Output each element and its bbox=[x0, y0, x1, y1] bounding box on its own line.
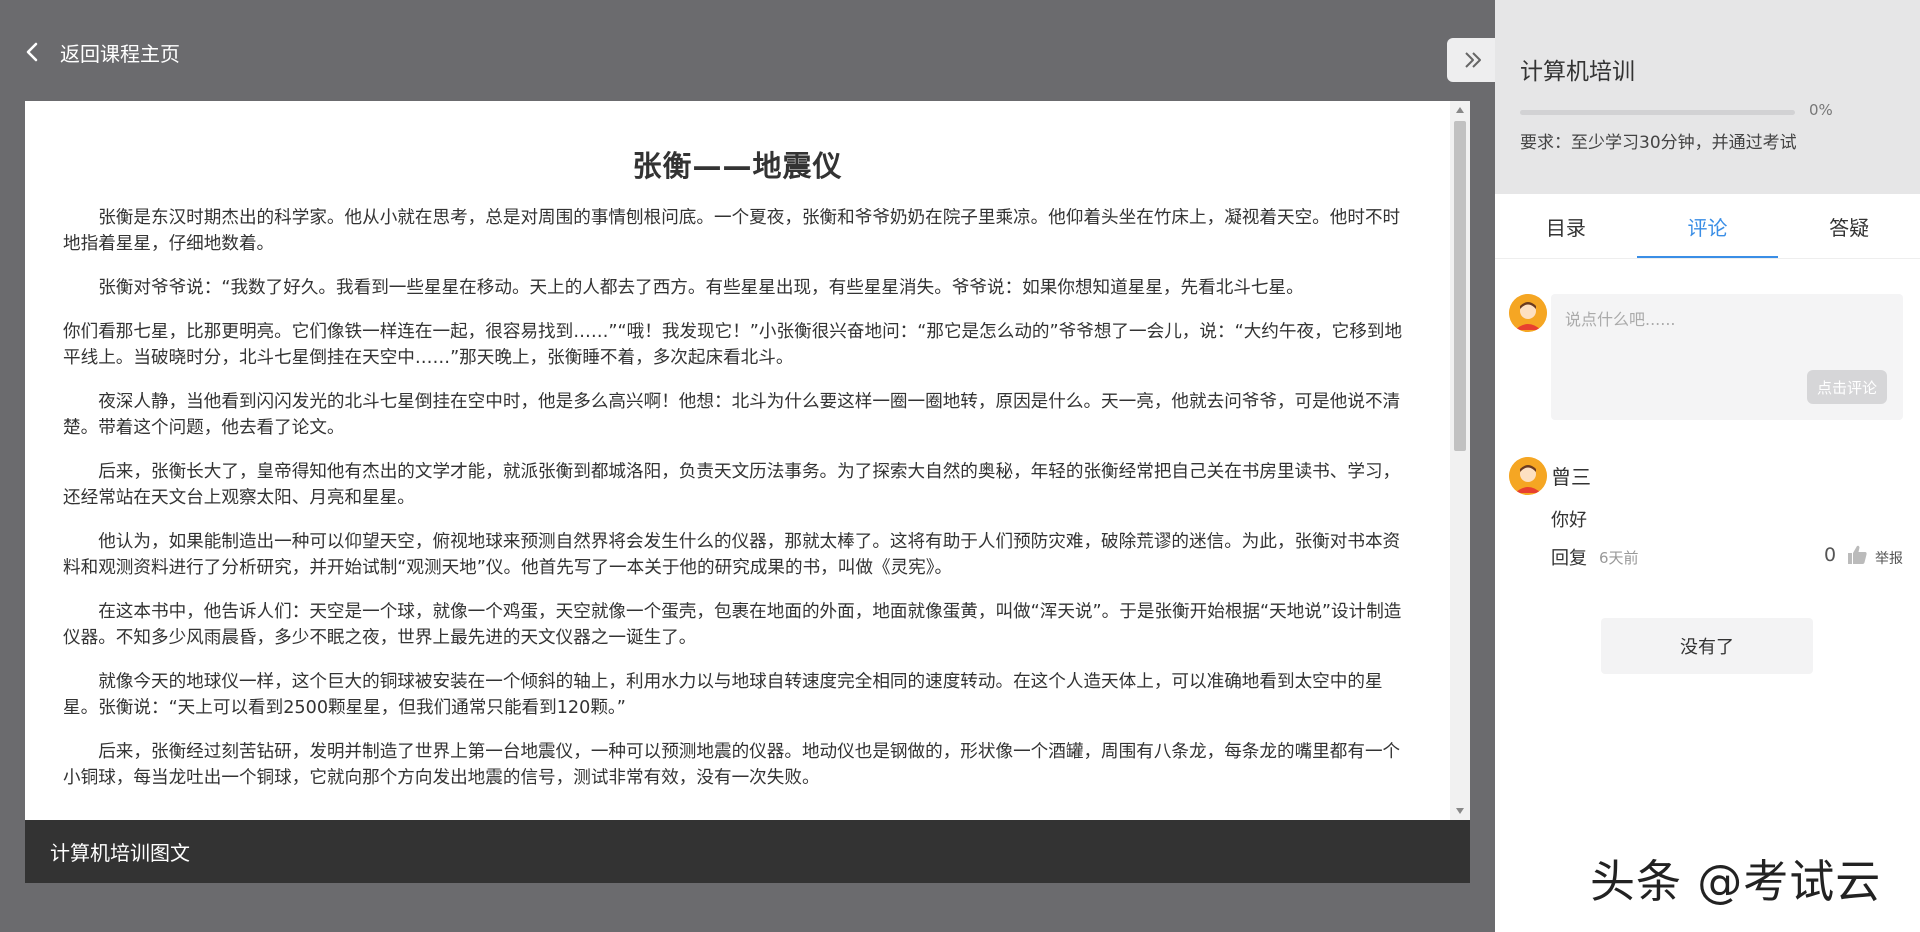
document-footer-title: 计算机培训图文 bbox=[50, 841, 190, 865]
watermark: 头条 @考试云 bbox=[1590, 855, 1882, 908]
comment-time: 6天前 bbox=[1599, 549, 1639, 567]
document-paragraph: 夜深人静，当他看到闪闪发光的北斗七星倒挂在空中时，他是多么高兴啊！他想：北斗为什… bbox=[63, 392, 1401, 438]
double-chevron-right-icon bbox=[1465, 52, 1481, 68]
panel-tabs: 目录 评论 答疑 bbox=[1495, 194, 1920, 259]
document-viewer: 张衡——地震仪 张衡是东汉时期杰出的科学家。他从小就在思考，总是对周围的事情刨根… bbox=[25, 101, 1470, 820]
report-button[interactable]: 举报 bbox=[1875, 548, 1903, 568]
thumbs-up-icon[interactable] bbox=[1846, 544, 1868, 566]
course-side-panel: 计算机培训 0% 要求：至少学习30分钟，并通过考试 目录 评论 答疑 点击评论 bbox=[1495, 0, 1920, 932]
commenter-name: 曾三 bbox=[1551, 465, 1591, 489]
back-to-course-link[interactable]: 返回课程主页 bbox=[24, 36, 180, 68]
user-avatar-icon bbox=[1509, 294, 1547, 332]
user-avatar-icon bbox=[1509, 457, 1547, 495]
reply-button[interactable]: 回复 bbox=[1551, 544, 1587, 570]
tab-comments-label: 评论 bbox=[1687, 215, 1728, 240]
document-scrollbar[interactable] bbox=[1450, 101, 1470, 820]
document-paragraph: 你们看那七星，比那更明亮。它们像铁一样连在一起，很容易找到……”“哦！我发现它！… bbox=[63, 322, 1403, 368]
progress-bar bbox=[1520, 110, 1795, 115]
document-paragraph: 张衡对爷爷说：“我数了好久。我看到一些星星在移动。天上的人都去了西方。有些星星出… bbox=[98, 278, 1304, 298]
document-paragraph: 后来，张衡经过刻苦钻研，发明并制造了世界上第一台地震仪，一种可以预测地震的仪器。… bbox=[63, 742, 1401, 788]
document-paragraph: 就像今天的地球仪一样，这个巨大的铜球被安装在一个倾斜的轴上，利用水力以与地球自转… bbox=[63, 672, 1383, 718]
document-paragraph: 在这本书中，他告诉人们：天空是一个球，就像一个鸡蛋，天空就像一个蛋壳，包裹在地面… bbox=[63, 602, 1402, 648]
progress-percent: 0% bbox=[1809, 101, 1833, 119]
course-header: 计算机培训 0% 要求：至少学习30分钟，并通过考试 bbox=[1495, 0, 1920, 194]
back-to-course-label: 返回课程主页 bbox=[60, 41, 180, 66]
like-count: 0 bbox=[1824, 544, 1837, 566]
document-footer: 计算机培训图文 bbox=[25, 820, 1470, 883]
document-paragraph: 后来，张衡长大了，皇帝得知他有杰出的文学才能，就派张衡到都城洛阳，负责天文历法事… bbox=[63, 462, 1401, 508]
comment-input[interactable] bbox=[1551, 294, 1903, 364]
scrollbar-thumb[interactable] bbox=[1454, 121, 1466, 451]
tab-catalog[interactable]: 目录 bbox=[1495, 194, 1637, 258]
no-more-indicator: 没有了 bbox=[1601, 618, 1813, 674]
document-paragraph: 张衡是东汉时期杰出的科学家。他从小就在思考，总是对周围的事情刨根问底。一个夏夜，… bbox=[63, 208, 1401, 254]
course-title: 计算机培训 bbox=[1520, 59, 1635, 85]
comment-form: 点击评论 bbox=[1551, 294, 1903, 420]
scroll-down-arrow[interactable] bbox=[1450, 802, 1470, 820]
chevron-left-icon bbox=[26, 42, 38, 62]
submit-comment-button[interactable]: 点击评论 bbox=[1807, 370, 1887, 404]
document-title: 张衡——地震仪 bbox=[632, 149, 843, 183]
comment-text: 你好 bbox=[1551, 510, 1587, 531]
tab-qa-label: 答疑 bbox=[1829, 215, 1870, 240]
tab-comments[interactable]: 评论 bbox=[1636, 194, 1779, 258]
tab-qa[interactable]: 答疑 bbox=[1778, 194, 1920, 258]
no-more-label: 没有了 bbox=[1680, 637, 1734, 658]
scroll-up-arrow[interactable] bbox=[1450, 101, 1470, 119]
collapse-panel-button[interactable] bbox=[1447, 38, 1499, 82]
commenter-avatar bbox=[1509, 457, 1547, 495]
tab-catalog-label: 目录 bbox=[1545, 215, 1586, 240]
document-paragraph: 他认为，如果能制造出一种可以仰望天空，俯视地球来预测自然界将会发生什么的仪器，那… bbox=[63, 532, 1401, 578]
course-requirement: 要求：至少学习30分钟，并通过考试 bbox=[1520, 133, 1797, 153]
current-user-avatar bbox=[1509, 294, 1547, 332]
document-content: 张衡——地震仪 张衡是东汉时期杰出的科学家。他从小就在思考，总是对周围的事情刨根… bbox=[25, 101, 1450, 820]
